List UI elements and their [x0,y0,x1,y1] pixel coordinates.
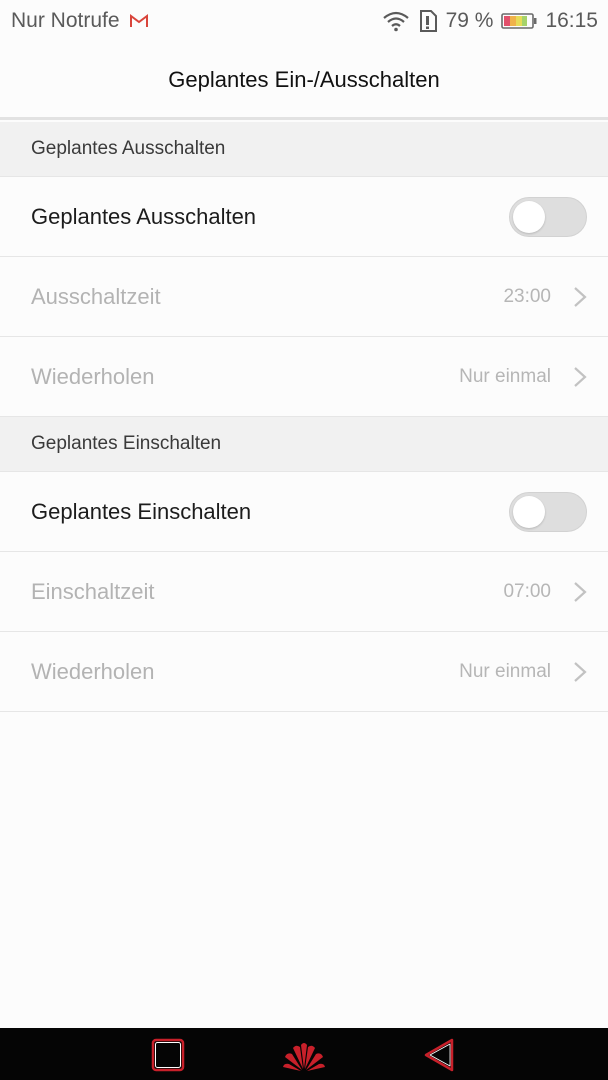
row-startup-time[interactable]: Einschaltzeit 07:00 [0,552,608,632]
toggle-knob [513,495,545,528]
row-value: 23:00 [503,285,551,307]
chevron-right-icon [573,581,587,603]
status-bar: Nur Notrufe 79 % 16:15 [0,0,608,42]
wifi-icon [382,10,410,32]
startup-toggle-switch[interactable] [509,491,587,532]
recents-square-icon[interactable] [150,1037,186,1073]
battery-percent: 79 % [445,9,494,32]
section-header-label: Geplantes Einschalten [31,433,222,454]
row-value: 07:00 [503,580,551,602]
toggle-label: Geplantes Ausschalten [31,203,257,229]
battery-icon [501,12,537,30]
toggle-row-startup[interactable]: Geplantes Einschalten [0,472,608,552]
row-label: Einschaltzeit [31,578,155,604]
clock-time: 16:15 [545,9,598,32]
row-label: Wiederholen [31,363,155,389]
carrier-text: Nur Notrufe [11,9,120,32]
chevron-right-icon [573,661,587,683]
section-header-shutdown: Geplantes Ausschalten [0,122,608,177]
row-startup-repeat[interactable]: Wiederholen Nur einmal [0,632,608,712]
chevron-right-icon [573,366,587,388]
row-label: Wiederholen [31,658,155,684]
back-triangle-icon[interactable] [420,1036,458,1074]
toggle-label: Geplantes Einschalten [31,498,252,524]
sim-icon [418,10,438,32]
row-value: Nur einmal [459,365,551,387]
shutdown-toggle-switch[interactable] [509,196,587,237]
home-logo-icon[interactable] [280,1036,328,1074]
gmail-icon [129,14,148,28]
navigation-bar [0,1028,608,1080]
section-header-label: Geplantes Ausschalten [31,138,226,159]
chevron-right-icon [573,286,587,308]
screen: Nur Notrufe 79 % 16:15 Geplantes Ein-/Au… [0,0,608,1080]
row-shutdown-time[interactable]: Ausschaltzeit 23:00 [0,257,608,337]
row-label: Ausschaltzeit [31,283,161,309]
toggle-row-shutdown[interactable]: Geplantes Ausschalten [0,177,608,257]
settings-list: Geplantes Ausschalten Geplantes Ausschal… [0,122,608,712]
section-header-startup: Geplantes Einschalten [0,417,608,472]
row-value: Nur einmal [459,660,551,682]
toggle-knob [513,200,545,233]
page-title: Geplantes Ein-/Ausschalten [168,66,440,92]
title-bar: Geplantes Ein-/Ausschalten [0,42,608,120]
row-shutdown-repeat[interactable]: Wiederholen Nur einmal [0,337,608,417]
